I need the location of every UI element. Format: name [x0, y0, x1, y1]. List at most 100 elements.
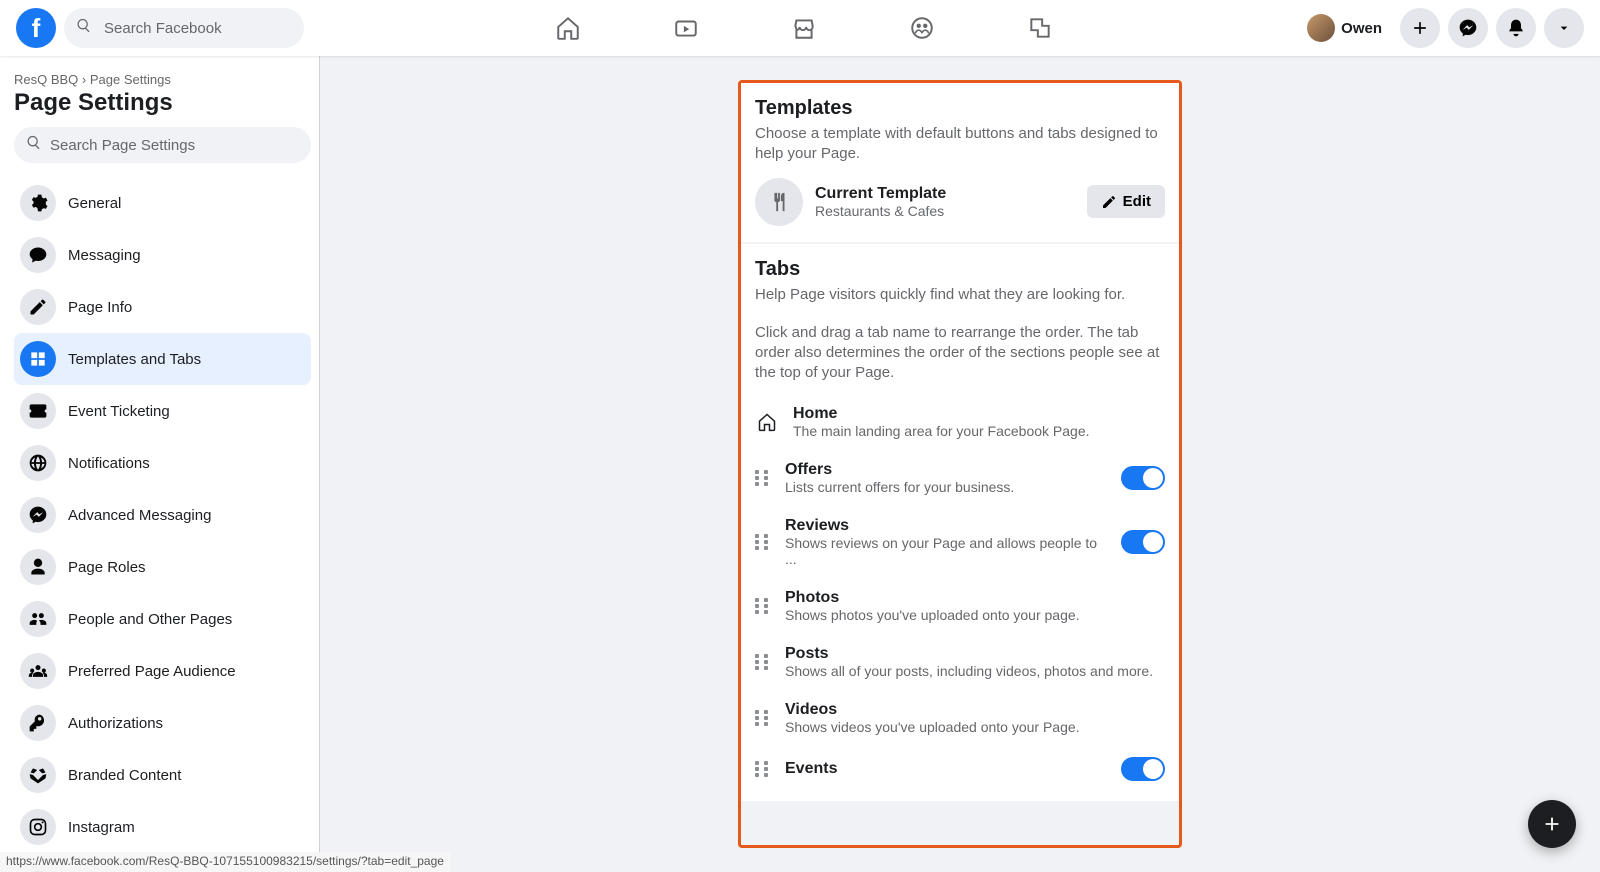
key-icon — [20, 705, 56, 741]
sidebar-item-label: Templates and Tabs — [68, 351, 201, 368]
tab-subtitle: Shows videos you've uploaded onto your P… — [785, 719, 1165, 735]
tab-row-home: HomeThe main landing area for your Faceb… — [755, 405, 1165, 439]
sidebar-item-label: Preferred Page Audience — [68, 663, 236, 680]
ticket-icon — [20, 393, 56, 429]
sidebar-item-label: Instagram — [68, 819, 135, 836]
nav-marketplace[interactable] — [749, 4, 859, 52]
tab-title: Events — [785, 760, 1107, 778]
plus-icon — [1410, 18, 1430, 38]
sidebar-item-label: Notifications — [68, 455, 150, 472]
global-search-wrap — [64, 8, 304, 48]
instagram-icon — [20, 809, 56, 845]
avatar — [1307, 14, 1335, 42]
grid-icon — [20, 341, 56, 377]
tabs-description-2: Click and drag a tab name to rearrange t… — [755, 323, 1165, 383]
sidebar-search-wrap — [14, 127, 311, 163]
templates-section: Templates Choose a template with default… — [741, 83, 1179, 242]
tab-row-posts: PostsShows all of your posts, including … — [755, 645, 1165, 679]
breadcrumb: ResQ BBQ › Page Settings — [14, 72, 311, 89]
bell-icon — [1506, 18, 1526, 38]
sidebar-item-label: Event Ticketing — [68, 403, 170, 420]
tab-subtitle: The main landing area for your Facebook … — [793, 423, 1165, 439]
breadcrumb-page-link[interactable]: ResQ BBQ — [14, 72, 78, 87]
global-search-input[interactable] — [64, 8, 304, 48]
tab-title: Videos — [785, 701, 1165, 719]
tab-subtitle: Shows all of your posts, including video… — [785, 663, 1165, 679]
toggle-offers[interactable] — [1121, 466, 1165, 490]
toggle-events[interactable] — [1121, 757, 1165, 781]
tabs-heading: Tabs — [755, 258, 1165, 281]
templates-heading: Templates — [755, 97, 1165, 120]
sidebar-item-preferred-page-audience[interactable]: Preferred Page Audience — [14, 645, 311, 697]
search-icon — [76, 18, 92, 39]
current-template-row: Current Template Restaurants & Cafes Edi… — [755, 178, 1165, 226]
sidebar-item-messaging[interactable]: Messaging — [14, 229, 311, 281]
sidebar-item-label: People and Other Pages — [68, 611, 232, 628]
main-content: Templates Choose a template with default… — [320, 56, 1600, 872]
create-button[interactable] — [1400, 8, 1440, 48]
drag-handle-icon[interactable] — [755, 710, 771, 726]
tab-subtitle: Shows photos you've uploaded onto your p… — [785, 607, 1165, 623]
tabs-list: HomeThe main landing area for your Faceb… — [755, 405, 1165, 781]
nav-groups[interactable] — [867, 4, 977, 52]
sidebar-item-people-and-other-pages[interactable]: People and Other Pages — [14, 593, 311, 645]
tab-row-photos: PhotosShows photos you've uploaded onto … — [755, 589, 1165, 623]
sidebar-item-general[interactable]: General — [14, 177, 311, 229]
drag-handle-icon[interactable] — [755, 761, 771, 777]
chat-icon — [20, 237, 56, 273]
tab-row-videos: VideosShows videos you've uploaded onto … — [755, 701, 1165, 735]
gear-icon — [20, 185, 56, 221]
sidebar-item-label: Messaging — [68, 247, 141, 264]
restaurant-icon — [755, 178, 803, 226]
tab-subtitle: Lists current offers for your business. — [785, 479, 1107, 495]
tab-row-reviews: ReviewsShows reviews on your Page and al… — [755, 517, 1165, 567]
profile-chip[interactable]: Owen — [1303, 10, 1392, 46]
breadcrumb-current: Page Settings — [90, 72, 171, 87]
drag-handle-icon[interactable] — [755, 598, 771, 614]
sidebar-item-instagram[interactable]: Instagram — [14, 801, 311, 853]
messenger-icon — [1458, 18, 1478, 38]
tab-title: Photos — [785, 589, 1165, 607]
status-bar-url: https://www.facebook.com/ResQ-BBQ-107155… — [0, 852, 450, 872]
sidebar-item-page-info[interactable]: Page Info — [14, 281, 311, 333]
sidebar-item-label: General — [68, 195, 121, 212]
edit-label: Edit — [1123, 193, 1151, 210]
sidebar-item-advanced-messaging[interactable]: Advanced Messaging — [14, 489, 311, 541]
sidebar-item-authorizations[interactable]: Authorizations — [14, 697, 311, 749]
handshake-icon — [20, 757, 56, 793]
toggle-reviews[interactable] — [1121, 530, 1165, 554]
pencil-icon — [20, 289, 56, 325]
edit-template-button[interactable]: Edit — [1087, 185, 1165, 218]
sidebar-item-templates-and-tabs[interactable]: Templates and Tabs — [14, 333, 311, 385]
plus-icon — [1541, 813, 1563, 835]
notifications-button[interactable] — [1496, 8, 1536, 48]
nav-gaming[interactable] — [985, 4, 1095, 52]
sidebar-search-input[interactable] — [14, 127, 311, 163]
header-nav — [304, 4, 1303, 52]
drag-handle-icon[interactable] — [755, 654, 771, 670]
sidebar-item-notifications[interactable]: Notifications — [14, 437, 311, 489]
caret-down-icon — [1556, 20, 1572, 36]
sidebar-item-branded-content[interactable]: Branded Content — [14, 749, 311, 801]
facebook-logo[interactable]: f — [16, 8, 56, 48]
user-name: Owen — [1341, 20, 1382, 37]
sidebar-item-page-roles[interactable]: Page Roles — [14, 541, 311, 593]
drag-handle-icon[interactable] — [755, 470, 771, 486]
home-icon — [555, 15, 581, 41]
sidebar-item-event-ticketing[interactable]: Event Ticketing — [14, 385, 311, 437]
sidebar-list: General Messaging Page Info Templates and T… — [14, 177, 311, 872]
tab-title: Home — [793, 405, 1165, 423]
account-menu-button[interactable] — [1544, 8, 1584, 48]
nav-watch[interactable] — [631, 4, 741, 52]
groups-icon — [909, 15, 935, 41]
sidebar-item-label: Branded Content — [68, 767, 181, 784]
person-icon — [20, 549, 56, 585]
marketplace-icon — [791, 15, 817, 41]
new-message-fab[interactable] — [1528, 800, 1576, 848]
gaming-icon — [1027, 15, 1053, 41]
watch-icon — [673, 15, 699, 41]
audience-icon — [20, 653, 56, 689]
messenger-button[interactable] — [1448, 8, 1488, 48]
drag-handle-icon[interactable] — [755, 534, 771, 550]
nav-home[interactable] — [513, 4, 623, 52]
